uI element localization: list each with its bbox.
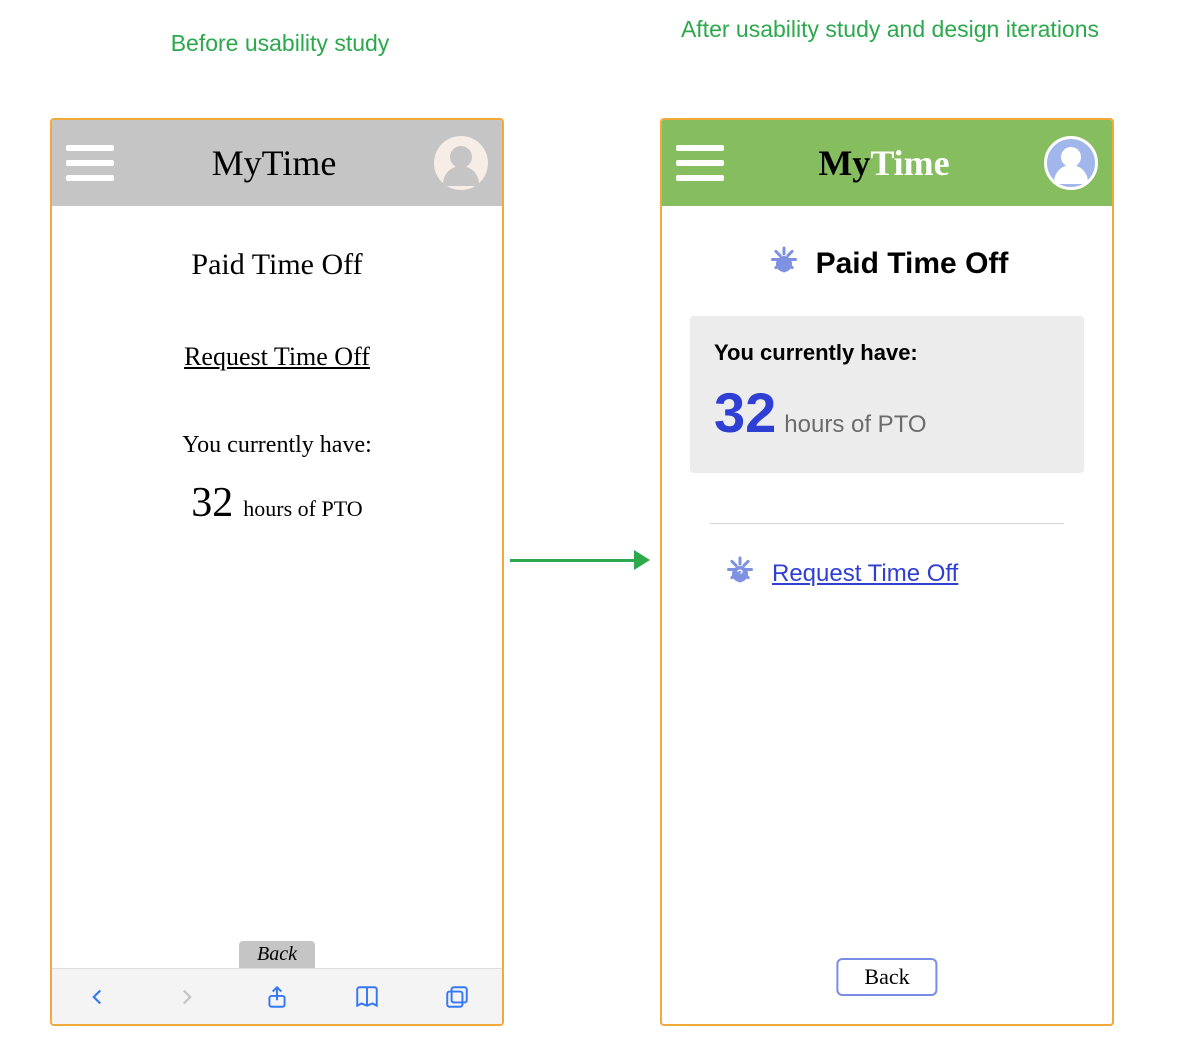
request-row: ? Request Time Off xyxy=(722,556,1112,592)
balance-intro-text: You currently have: xyxy=(714,340,1060,366)
profile-avatar-icon[interactable] xyxy=(434,136,488,190)
pto-balance: 32 hours of PTO xyxy=(52,479,502,527)
pto-balance-card: You currently have: 32 hours of PTO xyxy=(690,316,1084,473)
back-button[interactable]: Back xyxy=(836,958,937,996)
nav-forward-icon xyxy=(173,983,201,1011)
balance-intro-text: You currently have: xyxy=(52,432,502,459)
page-title: Paid Time Off xyxy=(816,247,1009,281)
menu-icon[interactable] xyxy=(66,145,114,181)
pto-hours-unit: hours of PTO xyxy=(243,496,362,521)
page-title: Paid Time Off xyxy=(52,248,502,282)
app-title: MyTime xyxy=(818,142,949,184)
before-label: Before usability study xyxy=(50,30,510,57)
sun-icon xyxy=(766,246,802,282)
app-title-part2: Time xyxy=(870,143,949,183)
pto-hours-value: 32 xyxy=(191,480,233,526)
after-header: MyTime xyxy=(662,120,1112,206)
bookmarks-icon[interactable] xyxy=(353,983,381,1011)
help-sun-icon: ? xyxy=(722,556,758,592)
before-header: MyTime xyxy=(52,120,502,206)
browser-toolbar xyxy=(52,968,502,1024)
app-title: MyTime xyxy=(212,142,337,184)
after-label: After usability study and design iterati… xyxy=(660,16,1120,43)
transition-arrow xyxy=(510,540,650,580)
request-time-off-link[interactable]: Request Time Off xyxy=(772,560,958,588)
share-icon[interactable] xyxy=(263,983,291,1011)
request-time-off-link[interactable]: Request Time Off xyxy=(52,342,502,372)
pto-balance: 32 hours of PTO xyxy=(714,380,1060,445)
nav-back-icon[interactable] xyxy=(83,983,111,1011)
pto-hours-unit: hours of PTO xyxy=(784,411,926,439)
menu-icon[interactable] xyxy=(676,145,724,181)
divider xyxy=(710,523,1064,524)
pto-hours-value: 32 xyxy=(714,380,776,445)
profile-avatar-icon[interactable] xyxy=(1044,136,1098,190)
page-title-row: Paid Time Off xyxy=(662,246,1112,282)
after-screen: MyTime Paid Time Off You currently have:… xyxy=(660,118,1114,1026)
before-screen: MyTime Paid Time Off Request Time Off Yo… xyxy=(50,118,504,1026)
back-button[interactable]: Back xyxy=(239,941,315,968)
app-title-part1: My xyxy=(818,143,870,183)
tabs-icon[interactable] xyxy=(443,983,471,1011)
